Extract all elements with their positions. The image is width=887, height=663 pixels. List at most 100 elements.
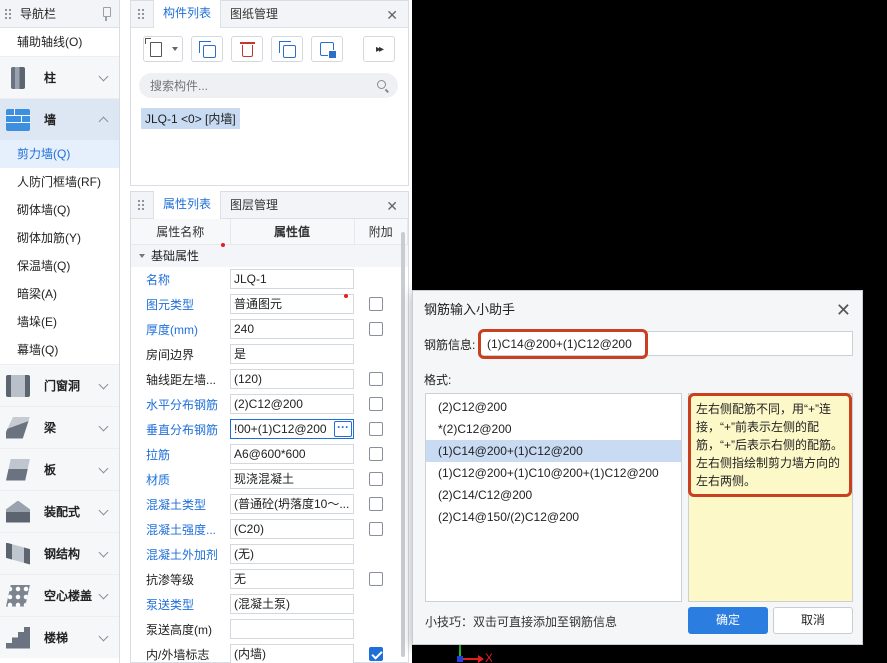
new-component-button[interactable] bbox=[143, 36, 183, 62]
nav-category[interactable]: 板 bbox=[0, 448, 119, 490]
property-row: 混凝土强度... (C20) bbox=[131, 517, 408, 542]
chevron-down-icon[interactable] bbox=[98, 631, 109, 642]
pin-icon[interactable] bbox=[101, 7, 111, 21]
nav-subitem[interactable]: 幕墙(Q) bbox=[0, 336, 119, 364]
nav-category[interactable]: 梁 bbox=[0, 406, 119, 448]
property-value-field[interactable]: 现浇混凝土 bbox=[230, 469, 354, 489]
property-row: 混凝土类型 (普通砼(坍落度10～... bbox=[131, 492, 408, 517]
chevron-down-icon[interactable] bbox=[98, 505, 109, 516]
extra-checkbox[interactable] bbox=[369, 397, 383, 411]
property-name: 垂直分布钢筋 bbox=[146, 422, 219, 437]
property-name: 水平分布钢筋 bbox=[146, 397, 219, 412]
nav-body: 辅助轴线(O) 柱墙剪力墙(Q) 人防门框墙(RF) 砌体墙(Q) 砌体加筋(Y) 保温墙… bbox=[0, 28, 119, 658]
nav-category[interactable]: 楼梯 bbox=[0, 616, 119, 658]
property-value-field[interactable]: (C20) bbox=[230, 519, 354, 539]
property-value-field[interactable]: (120) bbox=[230, 369, 354, 389]
extra-checkbox[interactable] bbox=[369, 422, 383, 436]
component-item[interactable]: JLQ-1 <0> [内墙] bbox=[141, 108, 240, 129]
nav-category[interactable]: 钢结构 bbox=[0, 532, 119, 574]
search-input[interactable] bbox=[150, 78, 350, 93]
property-value-field[interactable]: JLQ-1 bbox=[230, 269, 354, 289]
copy-to-floor-button[interactable] bbox=[271, 36, 303, 62]
property-name: 泵送类型 bbox=[146, 597, 195, 612]
property-value-field[interactable]: !00+(1)C12@200 ··· bbox=[230, 419, 354, 439]
chevron-down-icon[interactable] bbox=[98, 547, 109, 558]
nav-category-label: 门窗洞 bbox=[44, 379, 81, 393]
extra-checkbox[interactable] bbox=[369, 472, 383, 486]
drag-handle-icon[interactable] bbox=[137, 199, 145, 211]
property-value-field[interactable]: A6@600*600 bbox=[230, 444, 354, 464]
nav-category-label: 装配式 bbox=[44, 505, 81, 519]
property-value-field[interactable]: (普通砼(坍落度10～... bbox=[230, 494, 354, 514]
nav-category[interactable]: 空心楼盖 bbox=[0, 574, 119, 616]
chevron-down-icon[interactable] bbox=[98, 71, 109, 82]
chevron-down-icon[interactable] bbox=[98, 463, 109, 474]
nav-subitem[interactable]: 剪力墙(Q) bbox=[0, 140, 119, 168]
close-icon[interactable]: ✕ bbox=[386, 7, 398, 24]
nav-category[interactable]: 墙 bbox=[0, 98, 119, 140]
chevron-down-icon[interactable] bbox=[98, 379, 109, 390]
nav-subitem[interactable]: 暗梁(A) bbox=[0, 280, 119, 308]
floor-component-button[interactable] bbox=[311, 36, 343, 62]
nav-subitem[interactable]: 砌体墙(Q) bbox=[0, 196, 119, 224]
cancel-button[interactable]: 取消 bbox=[773, 607, 853, 634]
format-item[interactable]: (2)C12@200 bbox=[426, 396, 681, 418]
format-item[interactable]: *(2)C12@200 bbox=[426, 418, 681, 440]
extra-checkbox[interactable] bbox=[369, 647, 383, 661]
property-value-field[interactable]: (内墙) bbox=[230, 644, 354, 663]
nav-item[interactable]: 辅助轴线(O) bbox=[0, 28, 119, 56]
property-value-field[interactable]: (无) bbox=[230, 544, 354, 564]
extra-checkbox[interactable] bbox=[369, 372, 383, 386]
chevron-down-icon[interactable] bbox=[98, 421, 109, 432]
ellipsis-button[interactable]: ··· bbox=[334, 421, 352, 437]
drag-handle-icon[interactable] bbox=[137, 8, 145, 20]
tab-property-list[interactable]: 属性列表 bbox=[153, 191, 222, 219]
copy-component-button[interactable] bbox=[191, 36, 223, 62]
extra-checkbox[interactable] bbox=[369, 447, 383, 461]
nav-category[interactable]: 柱 bbox=[0, 56, 119, 98]
delete-component-button[interactable] bbox=[231, 36, 263, 62]
more-button[interactable]: ▸▸ bbox=[363, 36, 395, 62]
extra-checkbox[interactable] bbox=[369, 497, 383, 511]
column-header-extra: 附加 bbox=[354, 219, 408, 245]
tab-component-list[interactable]: 构件列表 bbox=[153, 0, 222, 28]
tab-drawing-management[interactable]: 图纸管理 bbox=[221, 1, 287, 28]
ok-button[interactable]: 确定 bbox=[688, 607, 768, 634]
format-list[interactable]: (2)C12@200 *(2)C12@200 (1)C14@200+(1)C12@2… bbox=[425, 393, 682, 602]
format-item[interactable]: (2)C14@150/(2)C12@200 bbox=[426, 506, 681, 528]
extra-checkbox[interactable] bbox=[369, 522, 383, 536]
close-icon[interactable]: ✕ bbox=[836, 291, 851, 329]
column-header-value: 属性值 bbox=[230, 219, 355, 245]
extra-checkbox[interactable] bbox=[369, 322, 383, 336]
property-rows: 名称 JLQ-1 图元类型 普通图元 厚度(mm) 240 房间边界 是轴线距左墙... (12… bbox=[131, 267, 408, 663]
property-row: 混凝土外加剂 (无) bbox=[131, 542, 408, 567]
property-value-field[interactable]: 无 bbox=[230, 569, 354, 589]
nav-subitem[interactable]: 砌体加筋(Y) bbox=[0, 224, 119, 252]
nav-category[interactable]: 装配式 bbox=[0, 490, 119, 532]
property-value-field[interactable]: (2)C12@200 bbox=[230, 394, 354, 414]
drag-handle-icon[interactable] bbox=[4, 7, 12, 20]
nav-subitem[interactable]: 保温墙(Q) bbox=[0, 252, 119, 280]
search-icon[interactable] bbox=[377, 80, 386, 89]
tab-layer-management[interactable]: 图层管理 bbox=[221, 192, 287, 219]
format-item[interactable]: (2)C14/C12@200 bbox=[426, 484, 681, 506]
vertical-scrollbar[interactable] bbox=[401, 232, 405, 657]
property-group-basic[interactable]: 基础属性 bbox=[131, 242, 408, 267]
nav-category[interactable]: 门窗洞 bbox=[0, 364, 119, 406]
nav-subitem[interactable]: 墙垛(E) bbox=[0, 308, 119, 336]
property-value-field[interactable]: 是 bbox=[230, 344, 354, 364]
property-value-field[interactable] bbox=[230, 619, 354, 639]
format-item[interactable]: (1)C12@200+(1)C10@200+(1)C12@200 bbox=[426, 462, 681, 484]
property-value-field[interactable]: 普通图元 bbox=[230, 294, 354, 314]
nav-subitem[interactable]: 人防门框墙(RF) bbox=[0, 168, 119, 196]
close-icon[interactable]: ✕ bbox=[386, 198, 398, 215]
chevron-down-icon[interactable] bbox=[98, 589, 109, 600]
component-search[interactable] bbox=[139, 73, 398, 98]
extra-checkbox[interactable] bbox=[369, 572, 383, 586]
format-item[interactable]: (1)C14@200+(1)C12@200 bbox=[426, 440, 681, 462]
extra-checkbox[interactable] bbox=[369, 297, 383, 311]
chevron-up-icon[interactable] bbox=[98, 116, 109, 127]
property-value-field[interactable]: (混凝土泵) bbox=[230, 594, 354, 614]
steel-icon bbox=[6, 542, 30, 565]
property-value-field[interactable]: 240 bbox=[230, 319, 354, 339]
